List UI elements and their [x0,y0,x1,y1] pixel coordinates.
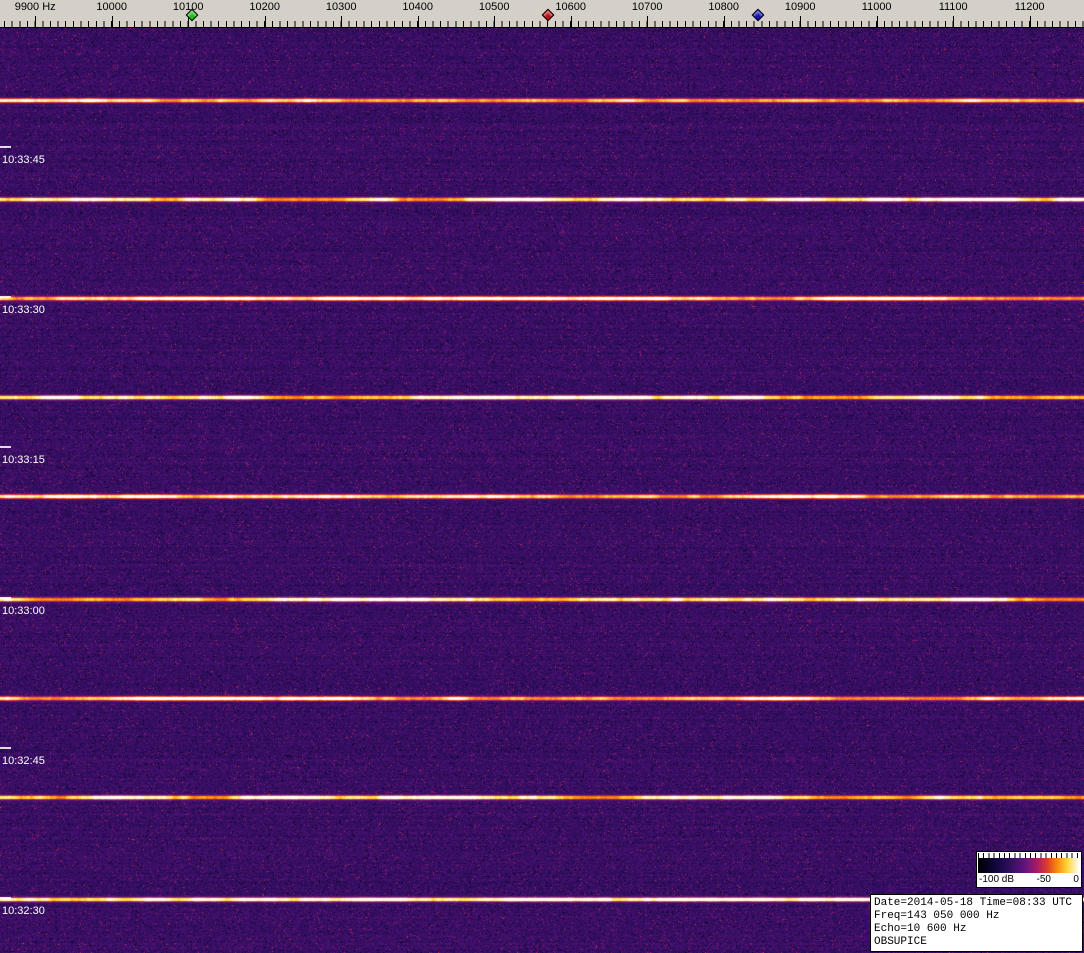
ruler-major-tick [647,16,648,27]
spectrogram-app-window: 9900 Hz 10000 10100 10200 10300 10400 10500 106… [0,0,1084,953]
legend-gradient [978,858,1080,873]
legend-mid-label: -50 [1037,874,1051,885]
blue-frequency-marker[interactable] [752,9,765,22]
ruler-frequency-label: 11200 [1015,1,1045,13]
ruler-frequency-label: 10000 [96,1,127,13]
amplitude-legend: -100 dB -50 0 [976,851,1082,888]
ruler-major-tick [953,16,954,27]
ruler-frequency-label: 10800 [708,1,739,13]
red-frequency-marker[interactable] [541,9,554,22]
ruler-frequency-label: 9900 Hz [15,1,56,13]
ruler-minor-ticks [4,21,1084,27]
info-station: OBSUPICE [874,936,1079,949]
ruler-major-tick [265,16,266,27]
ruler-major-tick [35,16,36,27]
info-box: Date=2014-05-18 Time=08:33 UTC Freq=143 … [870,894,1083,952]
ruler-major-tick [112,16,113,27]
info-date-time: Date=2014-05-18 Time=08:33 UTC [874,897,1079,910]
ruler-frequency-label: 10200 [249,1,280,13]
ruler-major-tick [1030,16,1031,27]
ruler-major-tick [571,16,572,27]
legend-labels: -100 dB -50 0 [977,873,1081,887]
info-echo: Echo=10 600 Hz [874,923,1079,936]
ruler-major-tick [724,16,725,27]
legend-min-label: -100 dB [979,874,1014,885]
ruler-frequency-label: 10500 [479,1,510,13]
legend-max-label: 0 [1073,874,1079,885]
ruler-frequency-label: 10400 [402,1,433,13]
ruler-frequency-label: 11000 [862,1,892,13]
info-frequency: Freq=143 050 000 Hz [874,910,1079,923]
ruler-major-tick [877,16,878,27]
ruler-major-tick [494,16,495,27]
ruler-major-tick [800,16,801,27]
ruler-major-tick [418,16,419,27]
spectrogram-canvas[interactable] [0,28,1084,953]
frequency-ruler[interactable]: 9900 Hz 10000 10100 10200 10300 10400 10500 106… [0,0,1084,28]
ruler-frequency-label: 10600 [555,1,586,13]
ruler-frequency-label: 10900 [785,1,816,13]
ruler-major-tick [341,16,342,27]
ruler-frequency-label: 10300 [326,1,357,13]
waterfall-display[interactable]: 10:33:45 10:33:30 10:33:15 10:33:00 10:32:45… [0,28,1084,953]
ruler-frequency-label: 11100 [939,1,968,13]
ruler-frequency-label: 10700 [632,1,663,13]
